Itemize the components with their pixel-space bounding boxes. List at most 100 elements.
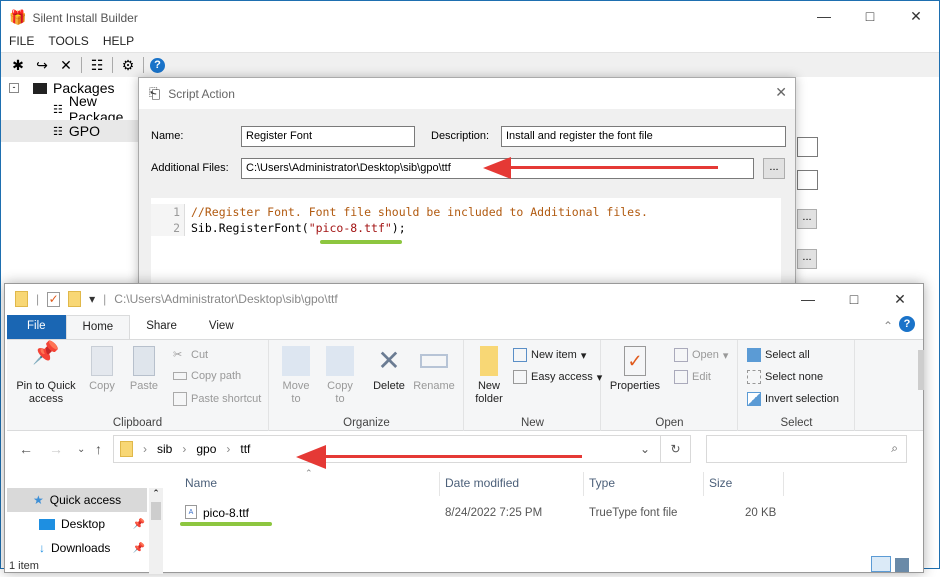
breadcrumb-sib[interactable]: sib <box>157 442 172 456</box>
column-header-size[interactable]: Size <box>709 476 732 490</box>
address-dropdown-icon[interactable]: ⌄ <box>640 442 650 456</box>
paste-shortcut-button[interactable]: Paste shortcut <box>173 392 261 406</box>
recent-locations-button[interactable]: ⌄ <box>77 444 85 455</box>
new-item-button[interactable]: New item ▾ <box>513 348 586 362</box>
delete-button[interactable]: ✕ Delete <box>370 346 408 393</box>
collapse-ribbon-icon[interactable]: ⌃ <box>883 319 893 333</box>
window-controls: — □ ✕ <box>801 1 939 31</box>
up-button[interactable]: ↑ <box>95 441 102 457</box>
right-pane-field[interactable] <box>797 137 818 157</box>
easy-access-button[interactable]: Easy access ▾ <box>513 370 602 384</box>
menu-tools[interactable]: TOOLS <box>48 34 88 48</box>
name-input[interactable]: Register Font <box>241 126 415 147</box>
nav-downloads[interactable]: ↓ Downloads 📌 <box>7 536 147 560</box>
tab-home[interactable]: Home <box>65 315 131 339</box>
select-group: Select all Select none Invert selection … <box>739 340 855 432</box>
select-all-button[interactable]: Select all <box>747 348 810 362</box>
tab-view[interactable]: View <box>193 315 250 339</box>
new-folder-icon[interactable] <box>68 291 82 307</box>
open-button[interactable]: Open ▾ <box>674 348 728 362</box>
forward-button[interactable]: → <box>49 441 63 457</box>
refresh-button[interactable]: ↻ <box>661 435 691 463</box>
script-editor[interactable]: 1 2 //Register Font. Font file should be… <box>151 198 781 288</box>
quick-access-toolbar: | ✓ ▾ | C:\Users\Administrator\Desktop\s… <box>15 291 338 307</box>
downloads-icon: ↓ <box>39 541 45 555</box>
browse-files-button[interactable]: ... <box>763 158 785 179</box>
customize-qat-icon[interactable]: ▾ <box>89 292 95 306</box>
file-date: 8/24/2022 7:25 PM <box>445 507 543 519</box>
address-bar[interactable]: › sib › gpo › ttf ⌄ <box>113 435 661 463</box>
close-button[interactable]: ✕ <box>893 1 939 31</box>
breadcrumb-separator: › <box>182 442 187 456</box>
annotation-arrowhead <box>296 445 326 469</box>
line-number: 2 <box>173 221 180 235</box>
paste-button[interactable]: Paste <box>127 346 161 393</box>
breadcrumb-ttf[interactable]: ttf <box>240 442 250 456</box>
pin-to-quick-access-button[interactable]: 📌 Pin to Quick access <box>13 342 79 406</box>
collapse-icon[interactable]: - <box>9 83 19 93</box>
scroll-up-icon[interactable]: ⌃ <box>149 488 163 502</box>
new-folder-button[interactable]: New folder <box>471 346 507 406</box>
search-input[interactable]: ⌕ <box>706 435 907 463</box>
copy-button[interactable]: Copy <box>85 346 119 393</box>
line-number: 1 <box>173 205 180 219</box>
edit-button[interactable]: Edit <box>674 370 711 384</box>
properties-check-icon[interactable]: ✓ <box>47 291 61 307</box>
right-pane-browse-button[interactable]: ... <box>797 209 817 229</box>
delete-icon[interactable]: ✕ <box>57 56 75 74</box>
build-icon[interactable]: ☷ <box>88 56 106 74</box>
copy-icon <box>91 346 113 376</box>
description-input[interactable]: Install and register the font file <box>501 126 786 147</box>
help-icon[interactable]: ? <box>899 316 915 332</box>
copy-path-button[interactable]: Copy path <box>173 370 241 382</box>
close-button[interactable]: ✕ <box>877 284 923 314</box>
menu-file[interactable]: FILE <box>9 34 34 48</box>
help-icon[interactable]: ? <box>150 57 165 73</box>
details-view-button[interactable] <box>871 556 891 572</box>
large-icons-view-button[interactable] <box>895 558 909 572</box>
minimize-button[interactable]: — <box>801 1 847 31</box>
copy-to-button[interactable]: Copy to <box>322 346 358 406</box>
breadcrumb-gpo[interactable]: gpo <box>196 442 216 456</box>
window-title: Silent Install Builder <box>32 10 138 25</box>
nav-desktop[interactable]: Desktop 📌 <box>7 512 147 536</box>
scroll-thumb[interactable] <box>151 502 161 520</box>
code-line-call: Sib.RegisterFont("pico-8.ttf"); <box>191 220 406 236</box>
nav-scrollbar[interactable]: ⌃ <box>149 488 163 574</box>
nav-quick-access[interactable]: ★ Quick access <box>7 488 147 512</box>
background-scrollbar-thumb[interactable] <box>918 350 924 390</box>
dialog-title-bar: ⎗ Script Action <box>139 78 795 109</box>
column-header-date[interactable]: Date modified <box>445 476 519 490</box>
move-to-button[interactable]: Move to <box>278 346 314 406</box>
redo-icon[interactable]: ↪ <box>33 56 51 74</box>
minimize-button[interactable]: — <box>785 284 831 314</box>
sort-indicator-icon: ⌃ <box>305 468 313 478</box>
column-header-type[interactable]: Type <box>589 476 615 490</box>
code-line-comment: //Register Font. Font file should be inc… <box>191 205 648 219</box>
dialog-close-button[interactable]: ✕ <box>775 84 787 101</box>
button-label: Paste <box>129 380 159 392</box>
select-none-button[interactable]: Select none <box>747 370 823 384</box>
rename-button[interactable]: Rename <box>412 346 456 393</box>
column-header-name[interactable]: Name <box>185 476 217 490</box>
maximize-button[interactable]: □ <box>831 284 877 314</box>
tree-item-gpo[interactable]: ☷ GPO <box>1 120 141 142</box>
settings-icon[interactable]: ⚙ <box>119 56 137 74</box>
menu-help[interactable]: HELP <box>103 34 134 48</box>
navigation-pane: ★ Quick access Desktop 📌 ↓ Downloads 📌 ⌃ <box>7 474 165 574</box>
tab-file[interactable]: File <box>7 315 66 339</box>
right-pane-field[interactable] <box>797 170 818 190</box>
new-package-icon[interactable]: ✱ <box>9 56 27 74</box>
tree-item-new-package[interactable]: ☷ New Package <box>53 93 151 125</box>
invert-selection-button[interactable]: Invert selection <box>747 392 839 406</box>
tab-share[interactable]: Share <box>130 315 193 339</box>
properties-button[interactable]: ✓ Properties <box>608 346 662 393</box>
edit-icon <box>674 370 688 384</box>
back-button[interactable]: ← <box>19 441 33 457</box>
breadcrumb-separator: › <box>143 442 147 456</box>
maximize-button[interactable]: □ <box>847 1 893 31</box>
cut-button[interactable]: ✂ Cut <box>173 348 208 362</box>
tree-item-label: GPO <box>68 123 100 139</box>
rename-icon <box>420 354 448 368</box>
right-pane-browse-button[interactable]: ... <box>797 249 817 269</box>
